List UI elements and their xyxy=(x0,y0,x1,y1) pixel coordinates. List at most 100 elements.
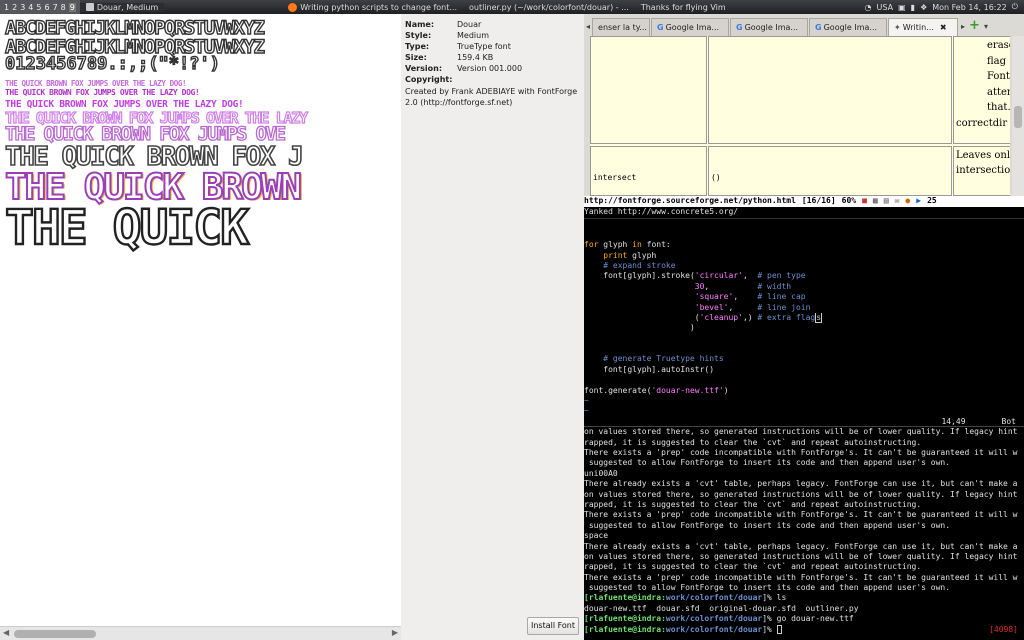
output-line: There exists a 'prep' code incompatible … xyxy=(584,572,1018,582)
browser-vertical-scrollbar[interactable] xyxy=(1012,36,1024,196)
close-tab-icon[interactable]: ✖ xyxy=(940,23,947,32)
status-zoom: 60% xyxy=(841,196,857,206)
google-icon: G xyxy=(736,23,743,32)
preview-sample-8: THE QUICK BROWN FOX JUMPS OVER THE LAZY … xyxy=(5,79,187,88)
browser-tab[interactable]: G Google Ima... xyxy=(730,18,809,36)
clock[interactable]: Mon Feb 14, 16:22 xyxy=(932,3,1006,12)
cell-text: correctdir xyxy=(956,117,1008,129)
workspace-7[interactable]: 7 xyxy=(53,3,58,12)
new-tab-icon[interactable]: + xyxy=(967,18,982,36)
battery-icon[interactable]: ▮ xyxy=(911,3,915,12)
cell-text: intersect xyxy=(593,173,637,182)
scroll-right-icon[interactable]: ▶ xyxy=(392,628,398,637)
scroll-left-icon[interactable]: ◀ xyxy=(3,628,9,637)
prompt-user: [rlafuente@indra: xyxy=(584,614,666,624)
taskbar-label: Douar, Medium xyxy=(96,2,159,12)
tab-list-icon[interactable]: ▾ xyxy=(982,18,990,36)
cell-text: atten xyxy=(987,86,1010,98)
workspace-1[interactable]: 1 xyxy=(4,3,9,12)
addon-icon[interactable]: ● xyxy=(905,196,910,206)
font-viewer-icon xyxy=(85,3,94,11)
dropbox-icon[interactable]: ❖ xyxy=(920,3,927,12)
taskbar-label: Thanks for flying Vim xyxy=(640,2,726,12)
network-icon[interactable]: ▣ xyxy=(898,3,906,12)
scrollbar-thumb[interactable] xyxy=(1014,106,1022,128)
output-line: uni00A0 xyxy=(584,468,618,478)
vim-buffer[interactable]: for glyph in font: print glyph # expand … xyxy=(584,218,1024,428)
code-line: font[glyph].autoInstr() xyxy=(584,364,715,374)
code-line: ('cleanup',) # extra flags xyxy=(584,312,823,323)
terminal-window[interactable]: http://fontforge.sourceforge.net/python.… xyxy=(584,196,1024,640)
vim-ruler: 14,49 Bot xyxy=(584,416,1024,428)
info-key: Type: xyxy=(405,42,430,51)
info-key: Style: xyxy=(405,31,432,40)
info-row: Name: Douar xyxy=(405,19,522,30)
font-preview-pane: ABCDEFGHIJKLMNOPQRSTUVWXYZ ABCDEFGHIJKLM… xyxy=(0,14,401,640)
power-icon[interactable]: ⏻ xyxy=(1012,2,1018,12)
mail-icon[interactable]: ✉ xyxy=(895,196,900,206)
tab-label: Google Ima... xyxy=(665,23,720,32)
tab-scroll-left-icon[interactable]: ◂ xyxy=(584,18,592,36)
status-url[interactable]: http://fontforge.sourceforge.net/python.… xyxy=(584,196,796,206)
workspace-3[interactable]: 3 xyxy=(20,3,25,12)
workspace-9[interactable]: 9 xyxy=(68,2,76,12)
taskbar-item-font-viewer[interactable]: Douar, Medium xyxy=(79,2,165,12)
info-key: Version: xyxy=(405,64,443,73)
workspace-5[interactable]: 5 xyxy=(36,3,41,12)
preview-horizontal-scrollbar[interactable]: ◀ ▶ xyxy=(0,626,401,640)
taskbar-label: outliner.py (~/work/colorfont/douar) - .… xyxy=(468,2,629,12)
prompt-user: [rlafuente@indra: xyxy=(584,593,666,603)
docs-table: erase flag Font atten that. correctdir i… xyxy=(590,36,1010,196)
browser-tab[interactable]: G Google Ima... xyxy=(651,18,730,36)
table-cell: Leaves onl intersection xyxy=(953,146,1010,196)
code-line: ) xyxy=(584,323,695,333)
browser-tab-active[interactable]: ✦ Writin... ✖ xyxy=(888,18,959,36)
output-line: space xyxy=(584,531,609,541)
scrollbar-thumb[interactable] xyxy=(14,630,96,638)
addon-icon[interactable]: ▶ xyxy=(916,196,921,206)
tray-icon[interactable]: ▦ xyxy=(873,196,878,206)
code-line: print glyph xyxy=(603,250,657,260)
status-position: [16/16] xyxy=(801,196,836,206)
adblock-icon[interactable]: ■ xyxy=(862,196,867,206)
output-line: on values stored there, so generated ins… xyxy=(584,489,1018,499)
locale-label[interactable]: USA xyxy=(877,3,894,12)
preview-sample-48: THE QUICK xyxy=(4,199,250,257)
prompt-path: work/colorfont/douar xyxy=(665,624,763,634)
prompt-line[interactable]: [rlafuente@indra: work/colorfont/douar]% … xyxy=(584,624,1024,635)
tab-label: enser la ty... xyxy=(598,23,647,32)
install-font-button[interactable]: Install Font xyxy=(527,617,579,635)
tab-scroll-right-icon[interactable]: ▸ xyxy=(959,18,967,36)
browser-tab[interactable]: enser la ty... xyxy=(592,18,651,36)
workspace-switcher[interactable]: 1 2 3 4 5 6 7 8 9 xyxy=(0,0,80,14)
workspace-2[interactable]: 2 xyxy=(12,3,17,12)
status-temp: 25 xyxy=(927,196,937,206)
tab-label: Google Ima... xyxy=(744,23,799,32)
workspace-4[interactable]: 4 xyxy=(28,3,33,12)
info-row: Copyright: xyxy=(405,74,522,85)
code-line: for glyph in font: xyxy=(584,240,671,250)
workspace-6[interactable]: 6 xyxy=(44,3,49,12)
taskbar-item-outliner[interactable]: outliner.py (~/work/colorfont/douar) - .… xyxy=(463,3,635,12)
cell-text: () xyxy=(711,173,721,182)
taskbar-item-vim[interactable]: Thanks for flying Vim xyxy=(635,3,732,12)
output-line: There already exists a 'cvt' table, perh… xyxy=(584,479,1018,489)
info-value xyxy=(457,74,522,85)
prompt-user: [rlafuente@indra: xyxy=(584,624,666,634)
wifi-icon[interactable]: ◔ xyxy=(865,3,872,12)
output-line: suggested to allow FontForge to insert i… xyxy=(584,520,951,530)
output-line: rapped, it is suggested to clear the `cv… xyxy=(584,499,922,509)
taskbar-label: Writing python scripts to change font... xyxy=(300,2,457,12)
taskbar-item-firefox[interactable]: Writing python scripts to change font... xyxy=(282,2,463,12)
browser-tab[interactable]: G Google Ima... xyxy=(809,18,888,36)
google-icon: G xyxy=(815,23,822,32)
tray-icon[interactable]: ▤ xyxy=(884,196,889,206)
line-counter: [4098] xyxy=(989,624,1018,634)
workspace-8[interactable]: 8 xyxy=(61,3,66,12)
info-row: Version: Version 001.000 xyxy=(405,63,522,74)
info-value: 159.4 KB xyxy=(457,53,494,62)
vim-scroll-indicator: Bot xyxy=(1001,416,1016,426)
info-key: Name: xyxy=(405,20,435,29)
